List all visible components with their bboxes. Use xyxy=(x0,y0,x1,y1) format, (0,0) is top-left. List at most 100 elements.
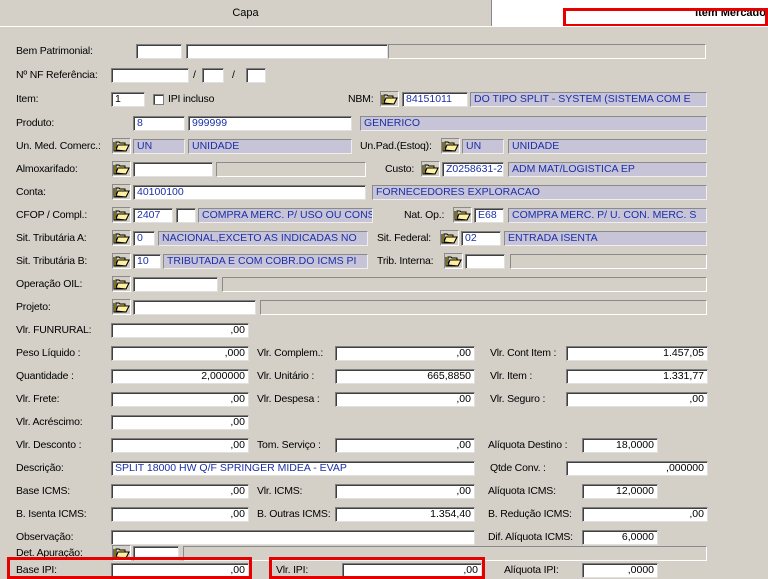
folder-open-icon[interactable] xyxy=(112,299,131,315)
operacao-oil-desc xyxy=(222,277,707,292)
nf-referencia-input[interactable] xyxy=(111,68,189,83)
sit-a-code-input[interactable]: 0 xyxy=(133,231,155,246)
dif-aliquota-icms-input[interactable]: 6,0000 xyxy=(582,530,658,545)
label-observacao: Observação: xyxy=(16,531,74,543)
label-sit-federal: Sit. Federal: xyxy=(377,232,432,244)
un-med-description: UNIDADE xyxy=(188,139,352,154)
nf-sub-serie-input[interactable] xyxy=(246,68,266,83)
sit-a-description: NACIONAL,EXCETO AS INDICADAS NO xyxy=(158,231,368,246)
folder-open-icon[interactable] xyxy=(444,253,463,269)
peso-liquido-input[interactable]: ,000 xyxy=(111,346,249,361)
observacao-input[interactable] xyxy=(111,530,475,545)
folder-open-icon[interactable] xyxy=(440,230,459,246)
projeto-input[interactable] xyxy=(133,300,256,315)
ipi-incluso-checkbox[interactable] xyxy=(153,94,164,105)
label-vlr-item: Vlr. Item : xyxy=(490,370,533,382)
un-med-code: UN xyxy=(133,139,185,154)
quantidade-input[interactable]: 2,000000 xyxy=(111,369,249,384)
vlr-acrescimo-input[interactable]: ,00 xyxy=(111,415,249,430)
nat-op-code-input[interactable]: E68 xyxy=(474,208,504,223)
produto-code-input[interactable]: 999999 xyxy=(188,116,352,131)
vlr-funrural-input[interactable]: ,00 xyxy=(111,323,249,338)
cfop-description: COMPRA MERC. P/ USO OU CONSUN xyxy=(198,208,373,223)
folder-open-icon[interactable] xyxy=(441,138,460,154)
folder-open-icon[interactable] xyxy=(421,161,440,177)
vlr-desconto-input[interactable]: ,00 xyxy=(111,438,249,453)
trib-interna-input[interactable] xyxy=(465,254,505,269)
bem-patrimonial-input[interactable] xyxy=(136,44,182,59)
nf-sep-1: / xyxy=(193,69,196,81)
label-item: Item: xyxy=(16,93,39,105)
vlr-seguro-input[interactable]: ,00 xyxy=(566,392,708,407)
b-outras-icms-input[interactable]: 1.354,40 xyxy=(335,507,475,522)
vlr-frete-input[interactable]: ,00 xyxy=(111,392,249,407)
label-nf-referencia: Nº NF Referência: xyxy=(16,69,98,81)
label-vlr-seguro: Vlr. Seguro : xyxy=(490,393,546,405)
vlr-cont-item-input[interactable]: 1.457,05 xyxy=(566,346,708,361)
cfop-code-input[interactable]: 2407 xyxy=(133,208,173,223)
label-vlr-cont-item: Vlr. Cont Item : xyxy=(490,347,557,359)
label-ipi-incluso: IPI incluso xyxy=(168,93,215,105)
folder-open-icon[interactable] xyxy=(112,230,131,246)
label-peso-liquido: Peso Líquido : xyxy=(16,347,81,359)
label-descricao: Descrição: xyxy=(16,462,64,474)
item-input[interactable]: 1 xyxy=(111,92,145,107)
label-cfop: CFOP / Compl.: xyxy=(16,209,88,221)
folder-open-icon[interactable] xyxy=(112,276,131,292)
highlight-item-mercado xyxy=(563,8,768,27)
vlr-despesa-input[interactable]: ,00 xyxy=(335,392,475,407)
label-aliquota-icms: Alíquota ICMS: xyxy=(488,485,556,497)
qtde-conv-input[interactable]: ,000000 xyxy=(566,461,708,476)
vlr-item-input[interactable]: 1.331,77 xyxy=(566,369,708,384)
label-nbm: NBM: xyxy=(348,93,374,105)
label-aliquota-ipi: Alíquota IPI: xyxy=(504,564,559,576)
folder-open-icon[interactable] xyxy=(112,207,131,223)
aliquota-destino-input[interactable]: 18,0000 xyxy=(582,438,658,453)
sit-federal-description: ENTRADA ISENTA xyxy=(504,231,707,246)
tab-capa[interactable]: Capa xyxy=(0,0,492,26)
vlr-unitario-input[interactable]: 665,8850 xyxy=(335,369,475,384)
aliquota-icms-input[interactable]: 12,0000 xyxy=(582,484,658,499)
sit-federal-code-input[interactable]: 02 xyxy=(461,231,501,246)
produto-num-input[interactable]: 8 xyxy=(133,116,185,131)
trib-interna-desc xyxy=(510,254,707,269)
base-icms-input[interactable]: ,00 xyxy=(111,484,249,499)
cfop-compl-input[interactable] xyxy=(176,208,196,223)
conta-code-input[interactable]: 40100100 xyxy=(133,185,366,200)
sit-b-code-input[interactable]: 10 xyxy=(133,254,161,269)
aliquota-ipi-input[interactable]: ,0000 xyxy=(582,563,658,578)
custo-description: ADM MAT/LOGISTICA EP xyxy=(508,162,707,177)
label-vlr-desconto: Vlr. Desconto : xyxy=(16,439,82,451)
descricao-input[interactable]: SPLIT 18000 HW Q/F SPRINGER MIDEA - EVAP xyxy=(111,461,475,476)
nat-op-description: COMPRA MERC. P/ U. CON. MERC. S xyxy=(508,208,707,223)
folder-open-icon[interactable] xyxy=(380,91,399,107)
vlr-icms-input[interactable]: ,00 xyxy=(335,484,475,499)
folder-open-icon[interactable] xyxy=(453,207,472,223)
almoxarifado-input[interactable] xyxy=(133,162,213,177)
label-produto: Produto: xyxy=(16,117,55,129)
nbm-code-input[interactable]: 84151011 xyxy=(402,92,468,107)
folder-open-icon[interactable] xyxy=(112,184,131,200)
b-reducao-icms-input[interactable]: ,00 xyxy=(582,507,708,522)
label-tom-servico: Tom. Serviço : xyxy=(257,439,321,451)
b-isenta-icms-input[interactable]: ,00 xyxy=(111,507,249,522)
bem-patrimonial-desc-input[interactable] xyxy=(186,44,388,59)
highlight-base-ipi xyxy=(7,557,252,579)
nbm-description: DO TIPO SPLIT - SYSTEM (SISTEMA COM E xyxy=(470,92,707,107)
vlr-complem-input[interactable]: ,00 xyxy=(335,346,475,361)
operacao-oil-input[interactable] xyxy=(133,277,218,292)
tab-capa-label: Capa xyxy=(232,7,259,19)
nf-serie-input[interactable] xyxy=(202,68,224,83)
custo-code-input[interactable]: Z0258631-26C xyxy=(442,162,504,177)
label-vlr-acrescimo: Vlr. Acréscimo: xyxy=(16,416,83,428)
label-bem-patrimonial: Bem Patrimonial: xyxy=(16,45,93,57)
tom-servico-input[interactable]: ,00 xyxy=(335,438,475,453)
un-pad-code: UN xyxy=(462,139,504,154)
folder-open-icon[interactable] xyxy=(112,161,131,177)
label-projeto: Projeto: xyxy=(16,301,51,313)
folder-open-icon[interactable] xyxy=(112,138,131,154)
label-un-pad-estoq: Un.Pad.(Estoq): xyxy=(360,140,432,152)
folder-open-icon[interactable] xyxy=(112,253,131,269)
label-almoxarifado: Almoxarifado: xyxy=(16,163,78,175)
label-quantidade: Quantidade : xyxy=(16,370,74,382)
